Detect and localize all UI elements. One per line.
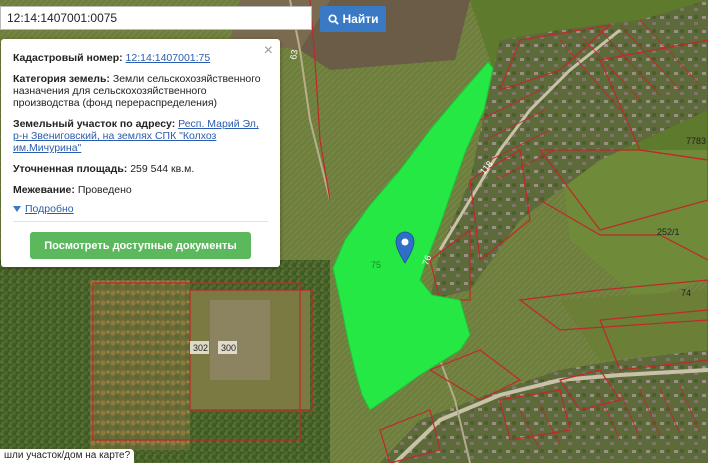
triangle-down-icon [13,206,21,212]
cadastral-number-label: Кадастровый номер: [13,52,123,64]
close-icon[interactable]: × [264,43,273,59]
label-plot-252: 252/1 [657,227,680,237]
address-label: Земельный участок по адресу: [13,118,176,130]
parcel-info-panel: × Кадастровый номер: 12:14:1407001:75 Ка… [1,39,280,267]
label-plot-74: 74 [681,288,691,298]
cadastral-number-link[interactable]: 12:14:1407001:75 [126,52,211,64]
label-plot-7783: 7783 [686,136,706,146]
details-link[interactable]: Подробно [25,203,74,215]
label-plot-302: 302 [193,343,208,353]
bottom-tip[interactable]: шли участок/дом на карте? [0,449,135,463]
area-value: 259 544 кв.м. [130,163,195,175]
land-category-label: Категория земель: [13,73,110,85]
area-label: Уточненная площадь: [13,163,128,175]
search-button[interactable]: Найти [320,6,386,32]
cadastral-number-row: Кадастровый номер: 12:14:1407001:75 [13,52,268,64]
address-row: Земельный участок по адресу: Респ. Марий… [13,118,268,154]
label-road-63: 63 [288,49,300,61]
details-toggle[interactable]: Подробно [13,203,268,215]
survey-label: Межевание: [13,184,75,196]
survey-row: Межевание: Проведено [13,184,268,196]
land-category-row: Категория земель: Земли сельскохозяйстве… [13,73,268,109]
label-plot-75: 75 [371,260,381,270]
view-documents-button[interactable]: Посмотреть доступные документы [30,232,251,259]
survey-value: Проведено [77,184,132,196]
divider [13,221,268,222]
area-row: Уточненная площадь: 259 544 кв.м. [13,163,268,175]
search-icon [327,13,339,25]
label-plot-300: 300 [221,343,236,353]
search-button-label: Найти [342,12,379,26]
search-input[interactable] [0,6,312,30]
